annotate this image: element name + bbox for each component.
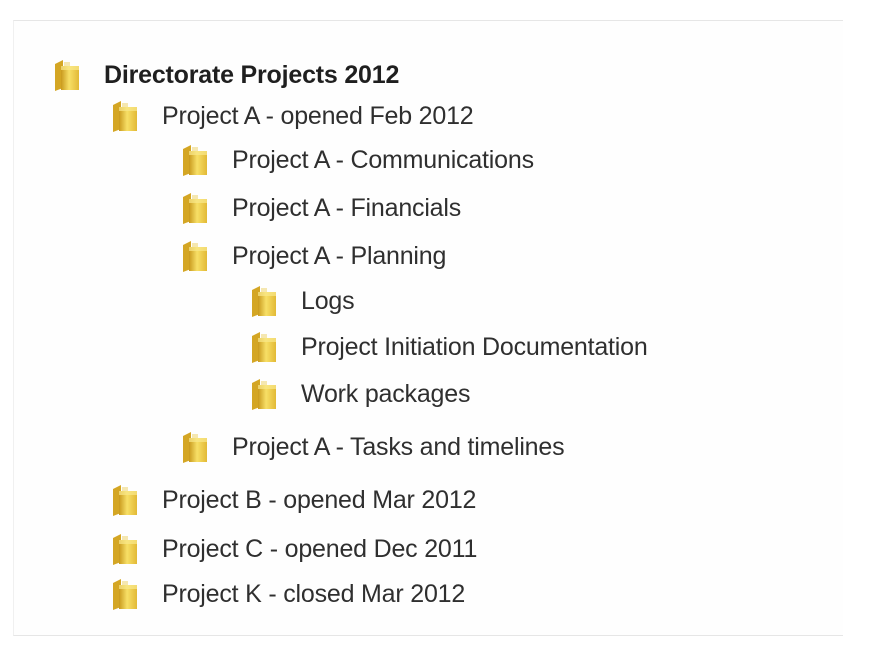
folder-tree-panel: Directorate Projects 2012 Project A - op…: [13, 20, 843, 636]
tree-item-logs[interactable]: Logs: [249, 281, 355, 321]
folder-icon: [110, 99, 140, 133]
tree-item-label: Logs: [301, 286, 355, 315]
folder-icon: [52, 58, 82, 92]
tree-item-label: Project B - opened Mar 2012: [162, 485, 477, 514]
folder-icon: [249, 284, 279, 318]
folder-icon: [180, 430, 210, 464]
tree-item-project-b[interactable]: Project B - opened Mar 2012: [110, 480, 476, 520]
tree-item-project-initiation-documentation[interactable]: Project Initiation Documentation: [249, 327, 648, 367]
tree-item-label: Project A - opened Feb 2012: [162, 101, 474, 130]
folder-icon: [249, 377, 279, 411]
tree-item-project-a-communications[interactable]: Project A - Communications: [180, 140, 534, 180]
tree-item-project-a-tasks-and-timelines[interactable]: Project A - Tasks and timelines: [180, 427, 565, 467]
folder-icon: [180, 239, 210, 273]
folder-icon: [110, 577, 140, 611]
tree-item-project-a-financials[interactable]: Project A - Financials: [180, 188, 461, 228]
tree-item-directorate-projects-2012[interactable]: Directorate Projects 2012: [52, 55, 399, 95]
tree-item-label: Directorate Projects 2012: [104, 60, 400, 89]
tree-item-work-packages[interactable]: Work packages: [249, 374, 470, 414]
folder-icon: [180, 191, 210, 225]
tree-item-label: Project C - opened Dec 2011: [162, 534, 478, 563]
folder-icon: [110, 483, 140, 517]
folder-icon: [180, 143, 210, 177]
folder-icon: [110, 532, 140, 566]
tree-item-label: Project A - Financials: [232, 193, 462, 222]
tree-item-project-a[interactable]: Project A - opened Feb 2012: [110, 96, 474, 136]
folder-icon: [249, 330, 279, 364]
tree-item-label: Project A - Communications: [232, 145, 534, 174]
tree-item-label: Project Initiation Documentation: [301, 332, 648, 361]
tree-item-label: Project A - Tasks and timelines: [232, 432, 565, 461]
tree-item-label: Work packages: [301, 379, 471, 408]
tree-item-project-a-planning[interactable]: Project A - Planning: [180, 236, 446, 276]
tree-item-label: Project K - closed Mar 2012: [162, 579, 466, 608]
tree-item-project-c[interactable]: Project C - opened Dec 2011: [110, 529, 477, 569]
tree-item-label: Project A - Planning: [232, 241, 447, 270]
tree-item-project-k[interactable]: Project K - closed Mar 2012: [110, 574, 465, 614]
